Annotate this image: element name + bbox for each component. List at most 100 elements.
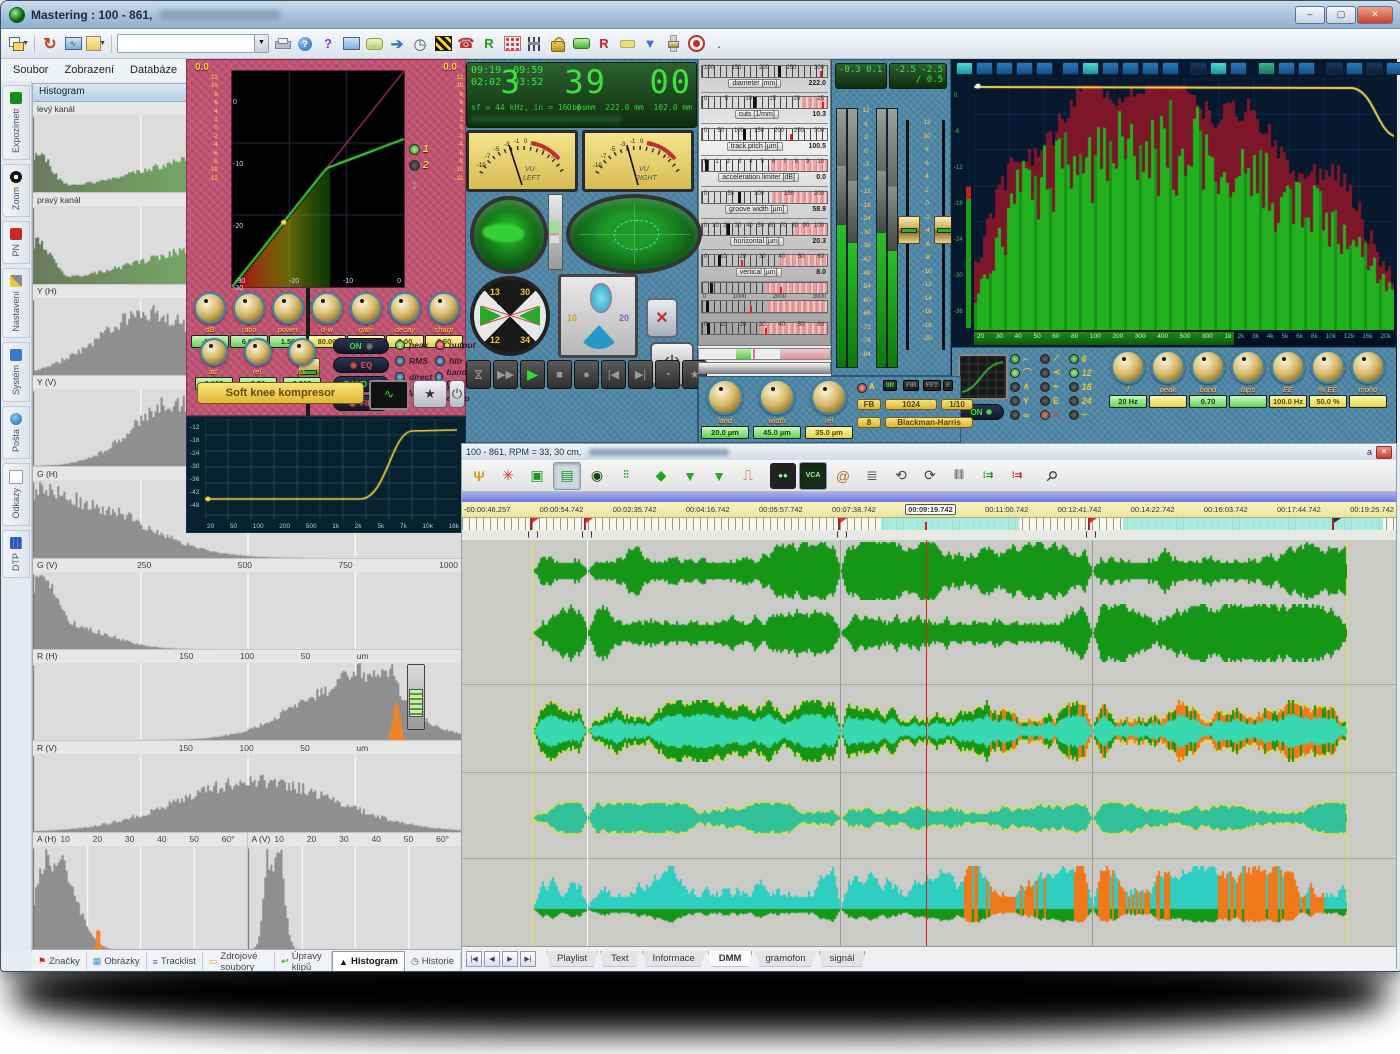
lines-2-icon[interactable]: [1278, 62, 1295, 75]
tab-znacky[interactable]: ⚑Značky: [32, 952, 87, 971]
loop-a-icon[interactable]: ⟲: [888, 463, 914, 489]
dots-red-icon[interactable]: ⁞⇉: [1004, 463, 1030, 489]
red-matrix-icon[interactable]: [502, 34, 522, 54]
lower-mini-slider[interactable]: [407, 664, 425, 730]
shape-e[interactable]: E: [1040, 394, 1061, 407]
next-button[interactable]: ▶|: [628, 360, 653, 389]
auto-badge[interactable]: a: [1367, 447, 1372, 457]
eq-ee-knob[interactable]: [1271, 350, 1305, 384]
shape-band[interactable]: ⌁: [1040, 380, 1061, 393]
fb-button[interactable]: FB: [857, 399, 881, 410]
gate-knob[interactable]: [350, 292, 382, 324]
clip-marker[interactable]: [528, 531, 538, 538]
shape-notch[interactable]: ≺: [1040, 366, 1061, 379]
hazard-icon[interactable]: [433, 34, 453, 54]
filtr-led[interactable]: [435, 356, 445, 366]
sidebar-tab-pn[interactable]: PN: [2, 221, 30, 264]
diamond-icon[interactable]: [1366, 62, 1383, 75]
clock-icon[interactable]: ◷: [410, 34, 430, 54]
curve-icon[interactable]: [1036, 62, 1053, 75]
nav-first[interactable]: |◀: [466, 951, 482, 967]
disc-icon[interactable]: ◉: [584, 463, 610, 489]
nav-last[interactable]: ▶|: [520, 951, 536, 967]
groove-width-ruler[interactable]: 0 50 100 150 200 groove width [µm]58.9: [701, 187, 828, 219]
window-layout-icon[interactable]: ▼: [9, 34, 29, 54]
combobox-dropdown-icon[interactable]: ▼: [254, 35, 268, 52]
eq-taps-knob[interactable]: [1231, 350, 1265, 384]
tab-playlist[interactable]: Playlist: [546, 951, 598, 967]
marker-flag[interactable]: [838, 518, 840, 530]
speed-button[interactable]: ◔: [655, 360, 680, 389]
tab-gramofon[interactable]: gramofon: [754, 951, 816, 967]
rms-led[interactable]: [395, 356, 405, 366]
fast-forward-button[interactable]: ▶▶: [493, 360, 518, 389]
lines-1-icon[interactable]: [1258, 62, 1275, 75]
marker-flag[interactable]: [1088, 518, 1090, 530]
shape-slope-up[interactable]: ⟋: [1040, 352, 1061, 365]
attack-knob[interactable]: [200, 338, 228, 366]
width-knob[interactable]: [759, 379, 795, 415]
window-fn-button[interactable]: Blackman-Harris: [885, 417, 973, 428]
phone-icon[interactable]: ☎: [456, 34, 476, 54]
nav-next[interactable]: ▶: [502, 951, 518, 967]
waveform-icon[interactable]: [996, 62, 1013, 75]
send-arrow-icon[interactable]: ➔: [387, 34, 407, 54]
tab-tracklist[interactable]: ≡Tracklist: [147, 952, 203, 971]
vca-icon[interactable]: VCA: [799, 462, 827, 490]
eq-f-knob[interactable]: [1111, 350, 1145, 384]
funnel-up-icon[interactable]: ▼: [677, 463, 703, 489]
magnifier-icon[interactable]: ⚲: [1034, 457, 1071, 494]
marker-flag[interactable]: [530, 518, 532, 530]
power-knob[interactable]: [272, 292, 304, 324]
eq-pct-ee-knob[interactable]: [1311, 350, 1345, 384]
vertical-ruler[interactable]: 0 10 20 30 40 50 60 vertical [µm]8.0: [701, 250, 828, 282]
dots-green-icon[interactable]: ⁞⇉: [975, 463, 1001, 489]
gold-fader-icon[interactable]: [663, 34, 683, 54]
snail-icon[interactable]: @: [830, 463, 856, 489]
tab-histogram[interactable]: ▲Histogram: [332, 951, 405, 971]
gain-fader-right[interactable]: [942, 120, 945, 350]
tab-zdrojove-soubory[interactable]: ▭Zdrojové soubory: [203, 952, 275, 971]
output-led[interactable]: [435, 340, 445, 350]
angle-ruler[interactable]: 0 10 20 30 40 50 60: [701, 314, 828, 345]
notch-icon[interactable]: [1016, 62, 1033, 75]
tab-informace[interactable]: Informace: [642, 951, 706, 967]
spectrogram-icon[interactable]: [976, 62, 993, 75]
f-button[interactable]: F: [943, 380, 953, 391]
dry-wet-knob[interactable]: [311, 292, 343, 324]
waveform-vertical[interactable]: [532, 790, 1347, 846]
eq-mono-knob[interactable]: [1351, 350, 1385, 384]
search-combobox[interactable]: ▼: [117, 34, 269, 53]
marker-icon[interactable]: [617, 34, 637, 54]
timeline-ruler[interactable]: -00:00:46.257 00:00:54.742 00:02:35.742 …: [462, 502, 1396, 518]
table-icon[interactable]: ▼: [86, 34, 106, 54]
context-help-icon[interactable]: ?: [318, 34, 338, 54]
block-dark-icon[interactable]: [1190, 62, 1207, 75]
right-channel-icon[interactable]: [1102, 62, 1119, 75]
cuts-ruler[interactable]: 0 5 10 15 20 25 cuts [1/mm]10.3: [701, 93, 828, 125]
menu-soubor[interactable]: Soubor: [13, 64, 48, 76]
save-icon[interactable]: ▣: [524, 463, 550, 489]
clip-marker[interactable]: [837, 531, 847, 538]
nav-prev[interactable]: ◀: [484, 951, 500, 967]
tab-upravy-klipu[interactable]: ↩Úpravy klipů: [275, 952, 332, 971]
track-pitch-ruler[interactable]: 0 50 100 150 200 250 300 track pitch [µm…: [701, 124, 828, 156]
on-switch[interactable]: ON: [333, 338, 389, 354]
frequency-ruler[interactable]: 0 1000 2000 3000: [701, 282, 828, 314]
horizontal-ruler[interactable]: 0 10 20 30 40 50 60 70 80 90 100 horizon…: [701, 219, 828, 251]
sidebar-tab-dtp[interactable]: DTP: [2, 530, 30, 578]
sidebar-tab-expozimetr[interactable]: Expozimetr: [2, 85, 30, 160]
gain-fader-left[interactable]: [906, 120, 909, 350]
bars-icon[interactable]: ⫶⫶: [613, 463, 639, 489]
lines-3-icon[interactable]: [1298, 62, 1315, 75]
lock-icon[interactable]: [548, 34, 568, 54]
number-icon[interactable]: [1326, 62, 1343, 75]
slope-6[interactable]: 6: [1069, 352, 1092, 365]
diamond-filter-icon[interactable]: ◆: [648, 463, 674, 489]
record-R[interactable]: R: [594, 34, 614, 54]
funnel-down-icon[interactable]: ▼: [706, 463, 732, 489]
rel-knob[interactable]: [811, 379, 847, 415]
clip-marker[interactable]: [1086, 531, 1096, 538]
faders-icon[interactable]: ⫼⫼: [946, 463, 972, 489]
db-knob[interactable]: [194, 292, 226, 324]
